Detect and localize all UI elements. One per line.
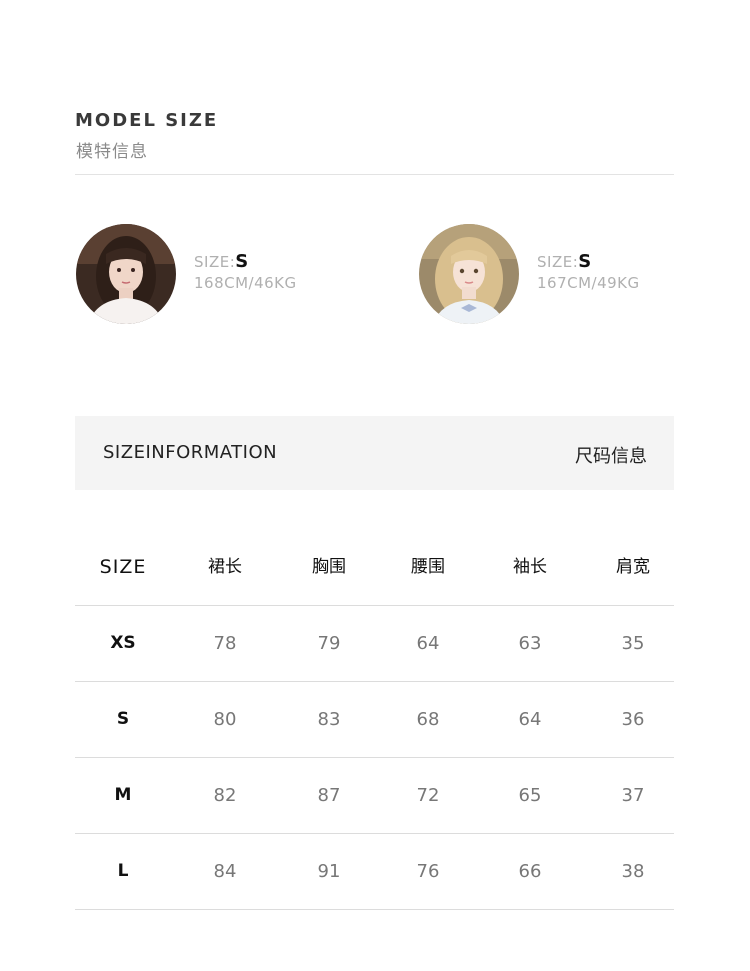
size-cell: S	[116, 709, 130, 729]
model-size-label: SIZE:	[537, 253, 579, 271]
table-row: XS 78 79 64 63 35	[75, 606, 674, 682]
value-cell: 87	[317, 785, 341, 806]
value-cell: 84	[213, 861, 237, 882]
value-cell: 91	[317, 861, 341, 882]
value-cell: 78	[213, 633, 237, 654]
model-avatar	[419, 224, 519, 324]
model-size-value: S	[578, 251, 592, 272]
size-cell: M	[114, 785, 132, 805]
size-cell: XS	[110, 633, 136, 653]
value-cell: 36	[621, 709, 645, 730]
value-cell: 63	[518, 633, 542, 654]
model-size-value: S	[235, 251, 249, 272]
header-cell-length: 裙长	[208, 557, 242, 577]
size-information-bar: SIZEINFORMATION 尺码信息	[75, 416, 674, 490]
value-cell: 64	[518, 709, 542, 730]
value-cell: 68	[416, 709, 440, 730]
model-size-subtitle: 模特信息	[76, 142, 148, 162]
divider	[75, 174, 674, 175]
size-table: SIZE 裙长 胸围 腰围 袖长 肩宽 XS 78 79 64 63 35 S …	[75, 530, 674, 910]
value-cell: 80	[213, 709, 237, 730]
value-cell: 66	[518, 861, 542, 882]
value-cell: 83	[317, 709, 341, 730]
model-size-label: SIZE:	[194, 253, 236, 271]
value-cell: 64	[416, 633, 440, 654]
model-avatar	[76, 224, 176, 324]
value-cell: 35	[621, 633, 645, 654]
table-row: S 80 83 68 64 36	[75, 682, 674, 758]
table-row: M 82 87 72 65 37	[75, 758, 674, 834]
model-size-title: MODEL SIZE	[75, 110, 219, 131]
header-cell-sleeve: 袖长	[513, 557, 547, 577]
size-cell: L	[117, 861, 129, 881]
value-cell: 37	[621, 785, 645, 806]
value-cell: 72	[416, 785, 440, 806]
size-information-subtitle: 尺码信息	[575, 446, 647, 467]
value-cell: 76	[416, 861, 440, 882]
model-measurements: 167CM/49KG	[537, 274, 640, 292]
value-cell: 65	[518, 785, 542, 806]
model-measurements: 168CM/46KG	[194, 274, 297, 292]
header-cell-bust: 胸围	[312, 557, 346, 577]
header-cell-size: SIZE	[99, 556, 147, 578]
value-cell: 38	[621, 861, 645, 882]
table-header-row: SIZE 裙长 胸围 腰围 袖长 肩宽	[75, 530, 674, 606]
value-cell: 82	[213, 785, 237, 806]
size-information-title: SIZEINFORMATION	[103, 442, 278, 463]
value-cell: 79	[317, 633, 341, 654]
header-cell-waist: 腰围	[411, 557, 445, 577]
header-cell-shoulder: 肩宽	[616, 557, 650, 577]
table-row: L 84 91 76 66 38	[75, 834, 674, 910]
